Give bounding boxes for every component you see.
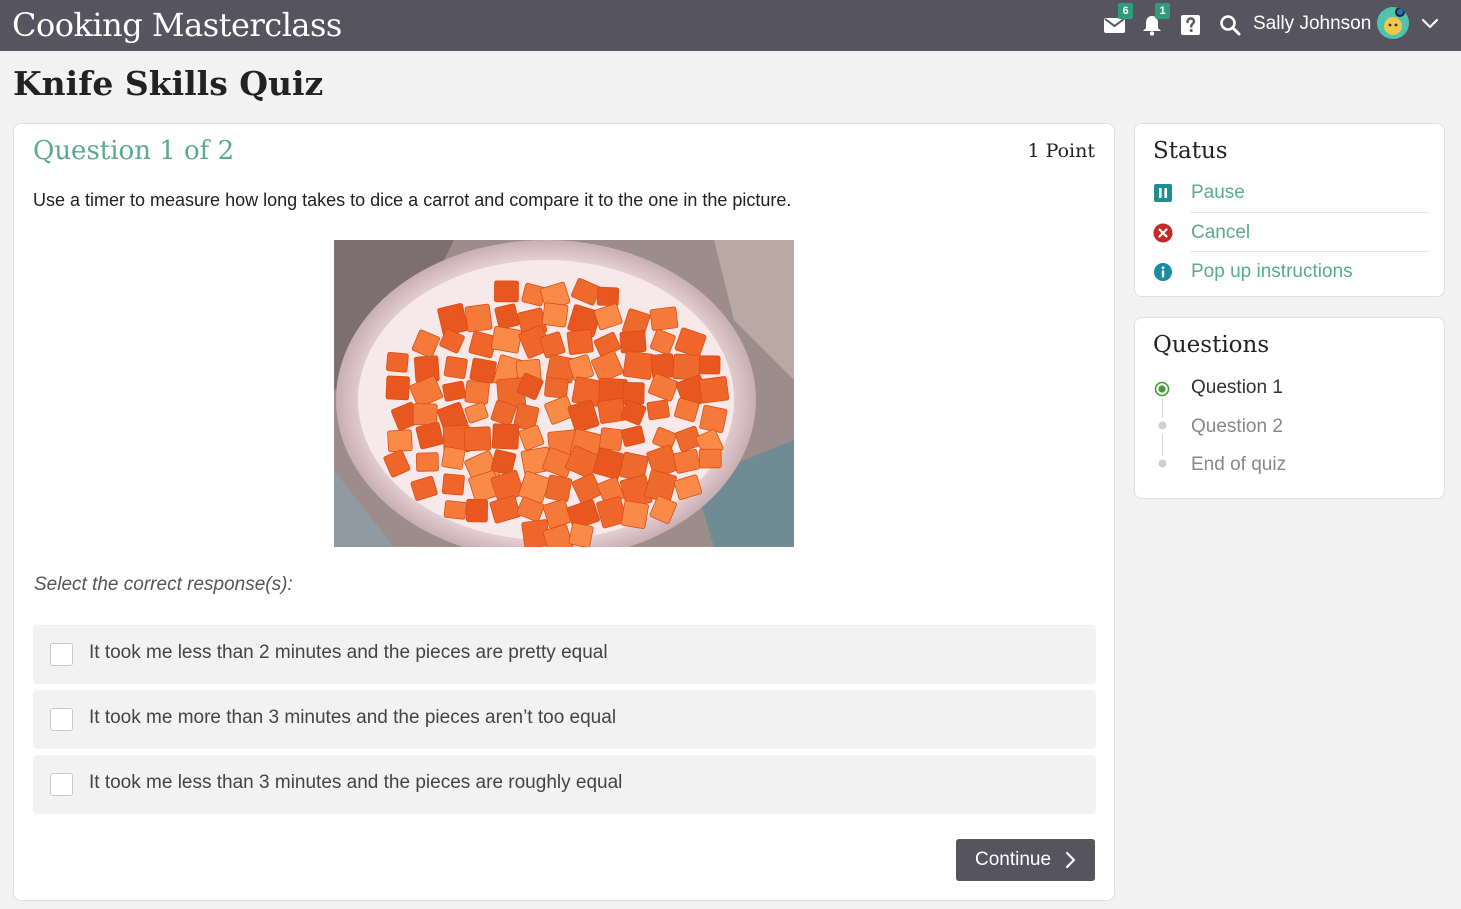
carrot-cube (443, 355, 468, 380)
question-nav-label: End of quiz (1191, 454, 1287, 475)
carrot-cube (619, 330, 647, 354)
pause-button[interactable]: Pause (1153, 173, 1429, 213)
carrot-cube (596, 286, 620, 307)
question-image (334, 240, 794, 547)
answer-option-1[interactable]: It took me less than 2 minutes and the p… (33, 625, 1096, 684)
chevron-down-icon (1421, 18, 1439, 29)
pop-up-instructions-label: Pop up instructions (1191, 261, 1353, 282)
carrot-cube (566, 329, 594, 355)
diced-carrots-image (334, 240, 794, 547)
carrot-cube (597, 397, 627, 424)
pop-up-instructions-button[interactable]: Pop up instructions (1153, 252, 1429, 292)
answer-label: It took me less than 2 minutes and the p… (89, 642, 608, 663)
answer-option-2[interactable]: It took me more than 3 minutes and the p… (33, 690, 1096, 749)
question-nav-item-2[interactable]: Question 2 (1153, 410, 1413, 442)
carrot-cube (622, 381, 645, 405)
question-nav-item-1[interactable]: Question 1 (1153, 371, 1413, 403)
carrot-cube (443, 500, 467, 520)
pending-question-icon (1158, 459, 1167, 468)
carrot-cube (568, 522, 594, 547)
carrot-cube (599, 427, 624, 451)
question-card: Question 1 of 2 1 Point Use a timer to m… (13, 123, 1115, 901)
carrot-cube (698, 376, 730, 404)
help-icon (1181, 15, 1200, 35)
pause-icon (1154, 184, 1172, 202)
info-icon (1154, 263, 1172, 281)
carrot-cube (698, 355, 721, 375)
answer-checkbox[interactable] (50, 643, 73, 666)
carrot-cube (491, 325, 522, 354)
questions-panel: Questions Question 1 Question 2 End of q… (1134, 317, 1445, 499)
answer-option-3[interactable]: It took me less than 3 minutes and the p… (33, 755, 1096, 814)
answer-label: It took me less than 3 minutes and the p… (89, 772, 623, 793)
carrot-cube (494, 280, 519, 303)
messages-badge: 6 (1118, 3, 1133, 19)
carrot-cube (491, 423, 520, 450)
notifications-button[interactable]: 1 (1140, 3, 1170, 37)
search-button[interactable] (1218, 13, 1242, 37)
carrot-cube (385, 375, 410, 401)
carrot-cube (465, 498, 488, 523)
avatar-icon (1377, 7, 1409, 39)
carrot-cube (387, 429, 413, 453)
answer-checkbox[interactable] (50, 708, 73, 731)
carrot-cube (463, 426, 492, 452)
pause-label: Pause (1191, 182, 1245, 203)
question-heading: Question 1 of 2 (33, 136, 235, 166)
answer-checkbox[interactable] (50, 773, 73, 796)
carrot-cube (464, 303, 493, 333)
current-question-icon (1154, 381, 1170, 397)
carrot-cube (698, 448, 722, 469)
carrot-cube (441, 473, 465, 496)
user-menu-toggle[interactable] (1420, 14, 1440, 34)
carrot-cube (441, 446, 466, 470)
carrot-cube (544, 377, 569, 399)
carrot-cube (412, 403, 438, 426)
response-instructions: Select the correct response(s): (34, 574, 293, 595)
status-panel: Status Pause Cancel Pop up instructions (1134, 123, 1445, 297)
carrot-cube (442, 380, 467, 402)
carrot-cube (415, 452, 439, 472)
carrot-cube (622, 350, 654, 380)
carrot-cube (545, 474, 573, 503)
notifications-badge: 1 (1155, 3, 1170, 19)
carrot-cube (469, 357, 497, 384)
answer-label: It took me more than 3 minutes and the p… (89, 707, 617, 728)
carrot-cube (464, 380, 490, 405)
cancel-label: Cancel (1191, 222, 1251, 243)
carrot-cube (386, 351, 409, 373)
user-name[interactable]: Sally Johnson (1253, 13, 1371, 35)
carrot-cube (541, 302, 569, 328)
search-icon (1220, 15, 1241, 36)
carrot-cube (646, 399, 670, 421)
top-bar: Cooking Masterclass 6 1 Sally Johnson (0, 0, 1461, 51)
avatar[interactable] (1377, 7, 1409, 39)
questions-title: Questions (1153, 332, 1270, 358)
carrot-cube (620, 500, 649, 529)
cancel-icon (1153, 223, 1173, 243)
cancel-button[interactable]: Cancel (1153, 213, 1429, 253)
help-button[interactable] (1179, 13, 1203, 37)
status-title: Status (1153, 138, 1228, 164)
carrot-cube (494, 303, 520, 330)
continue-label: Continue (975, 849, 1052, 870)
question-text: Use a timer to measure how long takes to… (33, 190, 792, 210)
question-nav-item-end[interactable]: End of quiz (1153, 448, 1413, 480)
app-title[interactable]: Cooking Masterclass (12, 6, 342, 44)
carrot-cube (699, 404, 728, 434)
continue-button[interactable]: Continue (956, 839, 1095, 881)
question-nav-label: Question 2 (1191, 416, 1283, 437)
chevron-right-icon (1065, 851, 1076, 869)
page-title: Knife Skills Quiz (13, 64, 324, 103)
question-points: 1 Point (1027, 140, 1095, 162)
carrot-cube (649, 306, 679, 331)
messages-button[interactable]: 6 (1103, 3, 1133, 37)
question-nav-label: Question 1 (1191, 377, 1283, 398)
pending-question-icon (1158, 421, 1167, 430)
